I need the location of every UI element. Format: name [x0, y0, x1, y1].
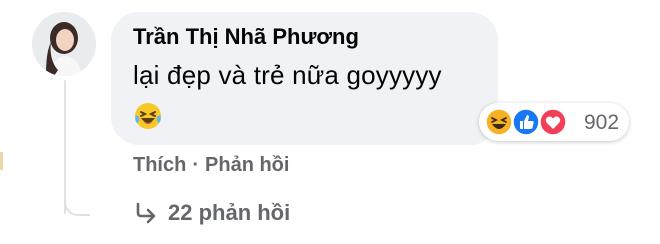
laughing-with-tears-emoji-icon [135, 103, 161, 129]
thread-connector-line [64, 80, 66, 214]
like-reaction-icon [512, 108, 540, 136]
reaction-count: 902 [584, 111, 620, 134]
thread-connector-curve [64, 196, 90, 216]
love-reaction-icon [539, 108, 567, 136]
avatar[interactable] [32, 12, 96, 76]
comment-text: lại đẹp và trẻ nữa goyyyyy [133, 60, 442, 90]
avatar-photo [32, 12, 96, 76]
reply-arrow-icon [136, 202, 156, 224]
comment-author-name[interactable]: Trần Thị Nhã Phương [133, 24, 359, 50]
like-button[interactable]: Thích [133, 154, 186, 176]
reactions-summary[interactable]: 902 [479, 103, 629, 141]
replies-count-label[interactable]: 22 phản hồi [168, 200, 290, 226]
left-edge-mark [0, 152, 3, 170]
reply-button[interactable]: Phản hồi [205, 154, 289, 176]
view-replies-link[interactable]: 22 phản hồi [134, 200, 290, 226]
action-separator: · [192, 154, 200, 176]
comment-actions: Thích · Phản hồi [133, 154, 289, 177]
haha-reaction-icon [485, 108, 513, 136]
